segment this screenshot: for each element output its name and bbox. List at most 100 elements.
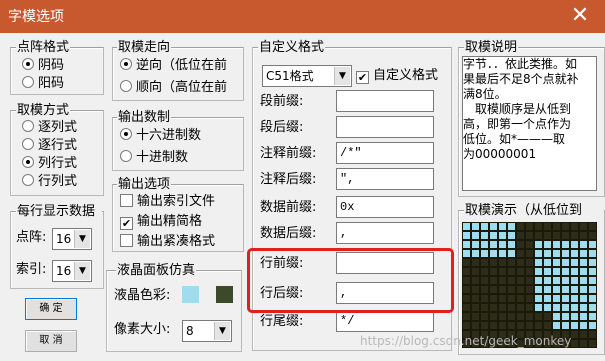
title-bar	[0, 0, 605, 33]
demo-pixel	[481, 250, 488, 257]
demo-pixel	[526, 277, 533, 284]
checkbox-icon	[120, 194, 133, 207]
radio-row-column[interactable]: 行列式	[22, 174, 77, 190]
demo-pixel	[544, 313, 551, 320]
radio-icon	[120, 80, 132, 92]
demo-pixel	[562, 232, 569, 239]
demo-pixel	[571, 223, 578, 230]
highlight-box	[247, 248, 454, 313]
demo-pixel	[526, 304, 533, 311]
demo-pixel	[508, 268, 515, 275]
demo-pixel	[562, 304, 569, 311]
dot-count-select[interactable]: 16 ▼	[52, 228, 92, 250]
radio-icon	[120, 128, 132, 140]
format-preset-select[interactable]: C51格式 ▼	[262, 65, 352, 87]
chevron-down-icon: ▼	[334, 67, 350, 85]
demo-pixel	[562, 268, 569, 275]
index-count-label: 索引:	[16, 262, 47, 277]
explanation-line: 字节．．依此类推。如	[463, 57, 578, 71]
demo-pixel	[490, 259, 497, 266]
demo-pixel	[499, 304, 506, 311]
custom-format-checkbox[interactable]: ✔ 自定义格式	[356, 68, 446, 84]
radio-icon	[22, 156, 34, 168]
explanation-line: 低位。如*———取	[463, 132, 566, 146]
demo-pixel	[490, 304, 497, 311]
demo-pixel	[472, 259, 479, 266]
radio-column[interactable]: 逐列式	[22, 120, 77, 136]
lcd-color-label: 液晶色彩:	[114, 288, 171, 303]
lcd-lit-color-swatch[interactable]	[182, 286, 199, 303]
demo-pixel	[499, 241, 506, 248]
radio-row[interactable]: 逐行式	[22, 138, 77, 154]
demo-pixel	[553, 304, 560, 311]
demo-pixel	[580, 268, 587, 275]
demo-pixel	[535, 322, 542, 329]
field-label-2: 注释前缀:	[260, 146, 317, 161]
cancel-button[interactable]: 取 消	[25, 330, 77, 352]
field-input-0[interactable]	[336, 90, 434, 112]
demo-pixel	[535, 277, 542, 284]
chevron-down-icon: ▼	[214, 322, 230, 340]
explanation-line: 为00000001	[463, 147, 537, 161]
field-input-1[interactable]	[336, 116, 434, 138]
index-count-select[interactable]: 16 ▼	[52, 260, 92, 282]
demo-pixel	[526, 286, 533, 293]
demo-pixel	[463, 250, 470, 257]
field-input-4[interactable]: 0x	[336, 196, 434, 218]
dot-count-label: 点阵:	[16, 230, 47, 245]
checkbox-index-file[interactable]: 输出索引文件	[120, 194, 215, 210]
demo-pixel	[463, 286, 470, 293]
demo-pixel	[508, 322, 515, 329]
demo-pixel	[580, 223, 587, 230]
demo-pixel	[508, 259, 515, 266]
radio-reverse[interactable]: 逆向（低位在前	[120, 58, 244, 74]
demo-pixel	[499, 286, 506, 293]
demo-pixel	[481, 295, 488, 302]
demo-pixel	[508, 277, 515, 284]
demo-pixel	[508, 223, 515, 230]
radio-hex[interactable]: 十六进制数	[120, 128, 201, 144]
demo-pixel	[580, 322, 587, 329]
demo-pixel	[490, 223, 497, 230]
radio-decimal[interactable]: 十进制数	[120, 150, 188, 166]
radio-yang[interactable]: 阳码	[22, 76, 64, 92]
check-mark-icon: ✔	[120, 217, 133, 230]
demo-pixel	[472, 322, 479, 329]
demo-pixel	[535, 295, 542, 302]
field-input-2[interactable]: /*"	[336, 142, 434, 164]
explanation-line: 满8位。	[463, 87, 507, 101]
pixel-size-select[interactable]: 8 ▼	[182, 320, 232, 342]
checkbox-tight[interactable]: 输出紧凑格式	[120, 234, 244, 250]
field-input-5[interactable]: ,	[336, 222, 434, 244]
demo-pixel	[544, 286, 551, 293]
demo-pixel	[463, 322, 470, 329]
direction-title: 取模走向	[117, 40, 172, 55]
radio-forward[interactable]: 顺向（高位在前	[120, 80, 244, 96]
demo-pixel	[508, 313, 515, 320]
demo-pixel	[517, 241, 524, 248]
explanation-line: 高，即第一个点作为	[463, 117, 572, 131]
close-icon[interactable]: ✕	[565, 3, 595, 29]
field-input-8[interactable]: */	[336, 310, 434, 332]
demo-pixel	[472, 313, 479, 320]
field-input-3[interactable]: ",	[336, 168, 434, 190]
watermark: https://blog.csdn.net/geek_monkey	[360, 334, 572, 348]
demo-pixel	[499, 223, 506, 230]
demo-pixel	[562, 277, 569, 284]
radio-yin[interactable]: 阴码	[22, 58, 64, 74]
demo-pixel	[499, 313, 506, 320]
field-label-5: 数据后缀:	[260, 226, 317, 241]
scan-mode-title: 取模方式	[16, 103, 71, 118]
demo-pixel	[580, 331, 587, 338]
demo-pixel	[544, 277, 551, 284]
checkbox-compact[interactable]: ✔ 输出精简格	[120, 214, 202, 230]
ok-button[interactable]: 确 定	[25, 298, 77, 320]
demo-pixel	[571, 304, 578, 311]
demo-pixel	[517, 277, 524, 284]
demo-pixel	[517, 259, 524, 266]
demo-pixel	[490, 241, 497, 248]
lcd-dark-color-swatch[interactable]	[216, 286, 233, 303]
demo-pixel	[508, 250, 515, 257]
radio-column-row[interactable]: 列行式	[22, 156, 77, 172]
field-label-4: 数据前缀:	[260, 200, 317, 215]
